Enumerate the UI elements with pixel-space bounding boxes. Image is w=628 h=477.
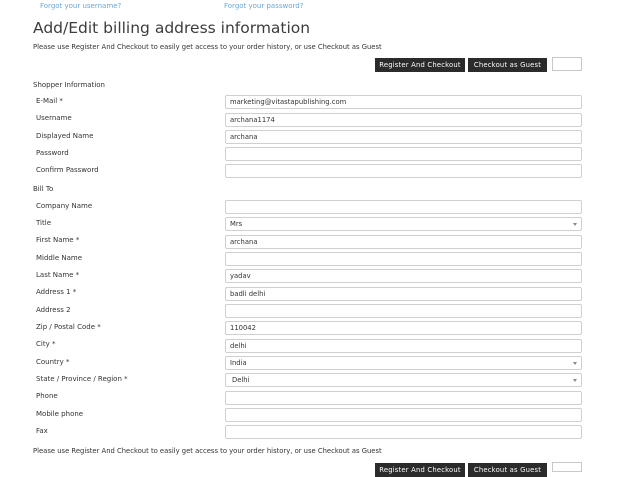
page-title: Add/Edit billing address information xyxy=(33,19,311,37)
address-2-field[interactable] xyxy=(225,304,582,318)
address-2-label: Address 2 xyxy=(36,306,71,314)
phone-field[interactable] xyxy=(225,391,582,405)
fax-field[interactable] xyxy=(225,425,582,439)
company-name-field[interactable] xyxy=(225,200,582,214)
address-1-field[interactable]: badli delhi xyxy=(225,287,582,301)
last-name-label: Last Name * xyxy=(36,271,80,279)
confirm-password-label: Confirm Password xyxy=(36,166,99,174)
forgot-password-link[interactable]: Forgot your password? xyxy=(224,2,303,10)
bill-to-heading: Bill To xyxy=(33,185,54,193)
address-1-label: Address 1 * xyxy=(36,288,77,296)
email-label: E-Mail * xyxy=(36,97,63,105)
city-label: City * xyxy=(36,340,56,348)
register-and-checkout-button-bottom[interactable]: Register And Checkout xyxy=(375,463,465,477)
title-label: Title xyxy=(36,219,52,227)
email-field[interactable]: marketing@vitastapublishing.com xyxy=(225,95,582,109)
username-label: Username xyxy=(36,114,72,122)
state-select-value: Delhi xyxy=(232,376,250,384)
fax-label: Fax xyxy=(36,427,48,435)
displayed-name-label: Displayed Name xyxy=(36,132,94,140)
last-name-field[interactable]: yadav xyxy=(225,269,582,283)
company-name-label: Company Name xyxy=(36,202,93,210)
register-and-checkout-button[interactable]: Register And Checkout xyxy=(375,58,465,72)
state-select[interactable]: Delhi xyxy=(225,373,582,387)
city-field[interactable]: delhi xyxy=(225,339,582,353)
checkout-as-guest-button-bottom[interactable]: Checkout as Guest xyxy=(468,463,547,477)
shopper-information-heading: Shopper Information xyxy=(33,81,105,89)
confirm-password-field[interactable] xyxy=(225,164,582,178)
middle-name-field[interactable] xyxy=(225,252,582,266)
state-label: State / Province / Region * xyxy=(36,375,128,383)
username-field[interactable]: archana1174 xyxy=(225,113,582,127)
extra-button[interactable] xyxy=(552,57,582,71)
middle-name-label: Middle Name xyxy=(36,254,82,262)
first-name-label: First Name * xyxy=(36,236,80,244)
password-field[interactable] xyxy=(225,147,582,161)
country-select[interactable]: India xyxy=(225,356,582,370)
checkout-as-guest-button[interactable]: Checkout as Guest xyxy=(468,58,547,72)
title-select[interactable]: Mrs xyxy=(225,217,582,231)
zip-code-label: Zip / Postal Code * xyxy=(36,323,101,331)
zip-code-field[interactable]: 110042 xyxy=(225,321,582,335)
extra-button-bottom[interactable] xyxy=(552,462,582,472)
title-select-value: Mrs xyxy=(230,220,243,228)
checkout-note-bottom: Please use Register And Checkout to easi… xyxy=(33,447,382,455)
country-select-value: India xyxy=(230,359,247,367)
forgot-username-link[interactable]: Forgot your username? xyxy=(40,2,121,10)
mobile-phone-label: Mobile phone xyxy=(36,410,84,418)
mobile-phone-field[interactable] xyxy=(225,408,582,422)
displayed-name-field[interactable]: archana xyxy=(225,130,582,144)
first-name-field[interactable]: archana xyxy=(225,235,582,249)
country-label: Country * xyxy=(36,358,70,366)
password-label: Password xyxy=(36,149,69,157)
checkout-note-top: Please use Register And Checkout to easi… xyxy=(33,43,382,51)
phone-label: Phone xyxy=(36,392,58,400)
